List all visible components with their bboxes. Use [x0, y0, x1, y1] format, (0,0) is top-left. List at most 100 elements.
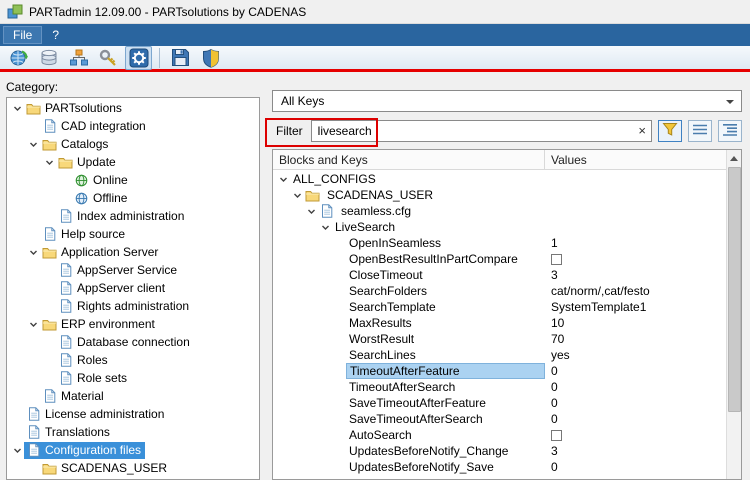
value-cell[interactable]: 1 — [545, 236, 726, 250]
value-cell[interactable]: 0 — [545, 412, 726, 426]
clear-filter-icon[interactable]: × — [638, 123, 646, 139]
value-cell[interactable]: SystemTemplate1 — [545, 300, 726, 314]
expand-chevron-icon[interactable] — [27, 318, 40, 331]
column-header-values[interactable]: Values — [545, 150, 726, 169]
category-item-scadenas-user[interactable]: SCADENAS_USER — [7, 459, 259, 477]
configuration-button[interactable] — [125, 46, 152, 70]
key-row-livesearch[interactable]: LiveSearch — [273, 219, 726, 235]
key-row-scadenas-user[interactable]: SCADENAS_USER — [273, 187, 726, 203]
category-item-index-administration[interactable]: Index administration — [7, 207, 259, 225]
key-row-searchfolders[interactable]: SearchFolderscat/norm/,cat/festo — [273, 283, 726, 299]
category-item-license-administration[interactable]: License administration — [7, 405, 259, 423]
category-item-help-source[interactable]: Help source — [7, 225, 259, 243]
category-item-label: Configuration files — [45, 443, 141, 457]
key-row-savetimeoutafterfeature[interactable]: SaveTimeoutAfterFeature 0 — [273, 395, 726, 411]
expand-chevron-icon[interactable] — [319, 221, 332, 234]
category-item-catalogs[interactable]: Catalogs — [7, 135, 259, 153]
category-item-material[interactable]: Material — [7, 387, 259, 405]
chevron-spacer — [59, 192, 72, 205]
expand-chevron-icon[interactable] — [11, 102, 24, 115]
vertical-scrollbar[interactable] — [726, 150, 741, 479]
category-item-database-connection[interactable]: Database connection — [7, 333, 259, 351]
filter-options-button[interactable] — [658, 120, 682, 142]
doc-icon — [25, 407, 42, 422]
license-button[interactable] — [95, 46, 122, 70]
category-item-online[interactable]: Online — [7, 171, 259, 189]
blocks-cell: SaveTimeoutAfterFeature — [273, 395, 545, 411]
column-header-blocks-and-keys[interactable]: Blocks and Keys — [273, 150, 545, 169]
category-item-roles[interactable]: Roles — [7, 351, 259, 369]
expand-chevron-icon[interactable] — [305, 205, 318, 218]
save-button[interactable] — [167, 46, 194, 70]
list-view-button[interactable] — [688, 120, 712, 142]
expand-chevron-icon[interactable] — [11, 444, 24, 457]
category-item-offline[interactable]: Offline — [7, 189, 259, 207]
folder-icon — [41, 317, 58, 332]
key-row-openbestresultinpartcompare[interactable]: OpenBestResultInPartCompare — [273, 251, 726, 267]
value-cell[interactable] — [545, 430, 726, 441]
value-cell[interactable]: 70 — [545, 332, 726, 346]
expand-chevron-icon[interactable] — [291, 189, 304, 202]
key-row-openinseamless[interactable]: OpenInSeamless1 — [273, 235, 726, 251]
key-row-searchlines[interactable]: SearchLinesyes — [273, 347, 726, 363]
value-cell[interactable]: yes — [545, 348, 726, 362]
globe-offline-icon — [73, 191, 90, 206]
expand-chevron-icon[interactable] — [277, 173, 290, 186]
value-cell[interactable]: 3 — [545, 444, 726, 458]
rights-button[interactable] — [197, 46, 224, 70]
value-cell[interactable]: cat/norm/,cat/festo — [545, 284, 726, 298]
toolbar — [0, 46, 750, 72]
blocks-cell: MaxResults — [273, 315, 545, 331]
key-row-timeoutaftersearch[interactable]: TimeoutAfterSearch0 — [273, 379, 726, 395]
scrollbar-thumb[interactable] — [728, 167, 741, 412]
category-item-erp-environment[interactable]: ERP environment — [7, 315, 259, 333]
scroll-up-icon[interactable] — [727, 150, 742, 166]
table-body: ALL_CONFIGSSCADENAS_USERseamless.cfgLive… — [273, 170, 726, 479]
category-item-appserver-client[interactable]: AppServer client — [7, 279, 259, 297]
classification-button[interactable] — [65, 46, 92, 70]
expand-chevron-icon[interactable] — [27, 246, 40, 259]
key-value: 10 — [551, 316, 564, 330]
category-item-label: Offline — [93, 191, 127, 205]
key-row-worstresult[interactable]: WorstResult70 — [273, 331, 726, 347]
key-row-maxresults[interactable]: MaxResults 10 — [273, 315, 726, 331]
key-label: SaveTimeoutAfterFeature — [346, 395, 489, 411]
key-row-searchtemplate[interactable]: SearchTemplateSystemTemplate1 — [273, 299, 726, 315]
category-item-appserver-service[interactable]: AppServer Service — [7, 261, 259, 279]
key-row-seamless-cfg[interactable]: seamless.cfg — [273, 203, 726, 219]
category-item-update[interactable]: Update — [7, 153, 259, 171]
category-item-role-sets[interactable]: Role sets — [7, 369, 259, 387]
online-index-button[interactable] — [5, 46, 32, 70]
key-row-updatesbeforenotify-save[interactable]: UpdatesBeforeNotify_Save0 — [273, 459, 726, 475]
key-row-closetimeout[interactable]: CloseTimeout3 — [273, 267, 726, 283]
menu-file[interactable]: File — [3, 26, 42, 44]
category-item-partsolutions[interactable]: PARTsolutions — [7, 99, 259, 117]
keys-scope-dropdown[interactable]: All Keys — [272, 90, 742, 112]
key-row-updatesbeforenotify-change[interactable]: UpdatesBeforeNotify_Change3 — [273, 443, 726, 459]
value-cell[interactable]: 3 — [545, 268, 726, 282]
category-item-configuration-files[interactable]: Configuration files — [7, 441, 259, 459]
checkbox-unchecked-icon[interactable] — [551, 430, 562, 441]
hierarchy-view-button[interactable] — [718, 120, 742, 142]
catalogs-button[interactable] — [35, 46, 62, 70]
menu-help[interactable]: ? — [42, 26, 69, 44]
category-item-content: Update — [56, 154, 120, 171]
category-item-translations[interactable]: Translations — [7, 423, 259, 441]
value-cell[interactable]: 0 — [545, 364, 726, 378]
expand-chevron-icon[interactable] — [43, 156, 56, 169]
category-item-application-server[interactable]: Application Server — [7, 243, 259, 261]
value-cell[interactable]: 0 — [545, 380, 726, 394]
filter-input[interactable] — [311, 120, 652, 142]
value-cell[interactable] — [545, 254, 726, 265]
key-row-all-configs[interactable]: ALL_CONFIGS — [273, 171, 726, 187]
value-cell[interactable]: 10 — [545, 316, 726, 330]
category-item-cad-integration[interactable]: CAD integration — [7, 117, 259, 135]
value-cell[interactable]: 0 — [545, 396, 726, 410]
key-row-autosearch[interactable]: AutoSearch — [273, 427, 726, 443]
category-item-rights-administration[interactable]: Rights administration — [7, 297, 259, 315]
value-cell[interactable]: 0 — [545, 460, 726, 474]
key-row-savetimeoutaftersearch[interactable]: SaveTimeoutAfterSearch0 — [273, 411, 726, 427]
checkbox-unchecked-icon[interactable] — [551, 254, 562, 265]
key-row-timeoutafterfeature[interactable]: TimeoutAfterFeature0 — [273, 363, 726, 379]
expand-chevron-icon[interactable] — [27, 138, 40, 151]
